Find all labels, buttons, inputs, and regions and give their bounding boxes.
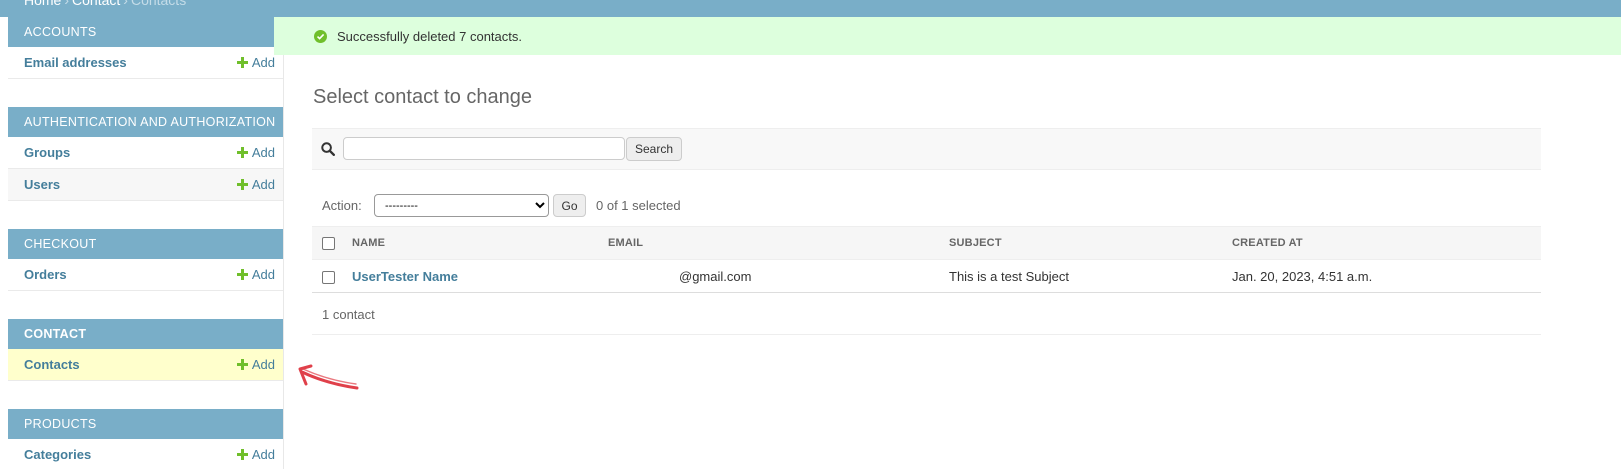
actions-bar: Action: --------- Go 0 of 1 selected [312, 190, 1541, 222]
sidebar-item-label[interactable]: Email addresses [24, 55, 127, 70]
action-counter: 0 of 1 selected [596, 198, 681, 213]
plus-icon [236, 147, 248, 158]
email-cell: @gmail.com [608, 259, 949, 293]
search-toolbar: Search [312, 128, 1541, 170]
contact-name-link[interactable]: UserTester Name [352, 269, 458, 284]
success-message: Successfully deleted 7 contacts. [274, 17, 1621, 55]
module-caption[interactable]: CHECKOUT [8, 229, 283, 259]
breadcrumb-home-link[interactable]: Home [24, 0, 61, 8]
table-row: UserTester Name @gmail.com This is a tes… [312, 259, 1541, 293]
sidebar-item-categories: Categories Add [8, 439, 283, 469]
add-label: Add [251, 357, 275, 372]
sidebar-item-label[interactable]: Orders [24, 267, 67, 282]
select-all-header [312, 226, 352, 260]
sidebar-item-label[interactable]: Contacts [24, 357, 80, 372]
add-link[interactable]: Add [236, 177, 275, 192]
page-title: Select contact to change [313, 86, 533, 108]
breadcrumb: Home › Contact › Contacts [24, 0, 186, 8]
nav-sidebar: ACCOUNTS Email addresses Add AUTHENTICAT… [8, 17, 284, 469]
breadcrumb-bar: Home › Contact › Contacts [0, 0, 1621, 17]
plus-icon [236, 269, 248, 280]
column-header-created-at: CREATED AT [1232, 226, 1541, 260]
add-label: Add [251, 267, 275, 282]
module-products: PRODUCTS Categories Add [8, 409, 283, 469]
sidebar-item-orders: Orders Add [8, 259, 283, 291]
column-header-name[interactable]: NAME [352, 226, 608, 260]
sidebar-item-label[interactable]: Categories [24, 447, 91, 462]
annotation-arrow-icon [298, 364, 359, 390]
action-select[interactable]: --------- [374, 194, 549, 217]
add-label: Add [251, 55, 275, 70]
sidebar-item-contacts: Contacts Add [8, 349, 283, 381]
check-circle-icon [314, 30, 327, 43]
add-label: Add [251, 177, 275, 192]
add-label: Add [251, 145, 275, 160]
row-select-cell [312, 259, 352, 293]
select-all-checkbox[interactable] [322, 236, 335, 250]
row-checkbox[interactable] [322, 270, 335, 284]
module-caption[interactable]: CONTACT [8, 319, 283, 349]
search-button[interactable]: Search [626, 137, 682, 161]
module-contact: CONTACT Contacts Add [8, 319, 283, 381]
module-caption[interactable]: PRODUCTS [8, 409, 283, 439]
paginator-count: 1 contact [322, 307, 375, 322]
action-label: Action: [322, 198, 362, 213]
breadcrumb-separator: › [64, 0, 70, 8]
module-authentication: AUTHENTICATION AND AUTHORIZATION Groups … [8, 107, 283, 201]
subject-cell: This is a test Subject [949, 259, 1232, 293]
sidebar-item-users: Users Add [8, 169, 283, 201]
add-link[interactable]: Add [236, 447, 275, 462]
go-button[interactable]: Go [553, 194, 586, 217]
module-caption[interactable]: AUTHENTICATION AND AUTHORIZATION [8, 107, 283, 137]
paginator: 1 contact [312, 292, 1541, 335]
name-cell: UserTester Name [352, 259, 608, 293]
plus-icon [236, 359, 248, 370]
search-input[interactable] [343, 137, 625, 160]
sidebar-item-label[interactable]: Users [24, 177, 60, 192]
message-text: Successfully deleted 7 contacts. [337, 29, 522, 44]
breadcrumb-separator: › [123, 0, 128, 8]
table-header-row: NAME EMAIL SUBJECT CREATED AT [312, 226, 1541, 260]
column-header-subject: SUBJECT [949, 226, 1232, 260]
module-caption[interactable]: ACCOUNTS [8, 17, 283, 47]
search-icon [321, 142, 336, 159]
add-link[interactable]: Add [236, 267, 275, 282]
module-accounts: ACCOUNTS Email addresses Add [8, 17, 283, 79]
breadcrumb-section-link[interactable]: Contact [72, 0, 120, 8]
results-table: NAME EMAIL SUBJECT CREATED AT UserTester… [312, 226, 1541, 293]
created-at-cell: Jan. 20, 2023, 4:51 a.m. [1232, 259, 1541, 293]
add-link[interactable]: Add [236, 357, 275, 372]
add-link[interactable]: Add [236, 55, 275, 70]
sidebar-item-label[interactable]: Groups [24, 145, 70, 160]
plus-icon [236, 179, 248, 190]
add-link[interactable]: Add [236, 145, 275, 160]
column-header-email: EMAIL [608, 226, 949, 260]
sidebar-item-groups: Groups Add [8, 137, 283, 169]
breadcrumb-current: Contacts [130, 0, 187, 8]
sidebar-item-email-addresses: Email addresses Add [8, 47, 283, 79]
add-label: Add [251, 447, 275, 462]
plus-icon [236, 57, 248, 68]
plus-icon [236, 449, 248, 460]
email-value: @gmail.com [679, 268, 752, 284]
module-checkout: CHECKOUT Orders Add [8, 229, 283, 291]
